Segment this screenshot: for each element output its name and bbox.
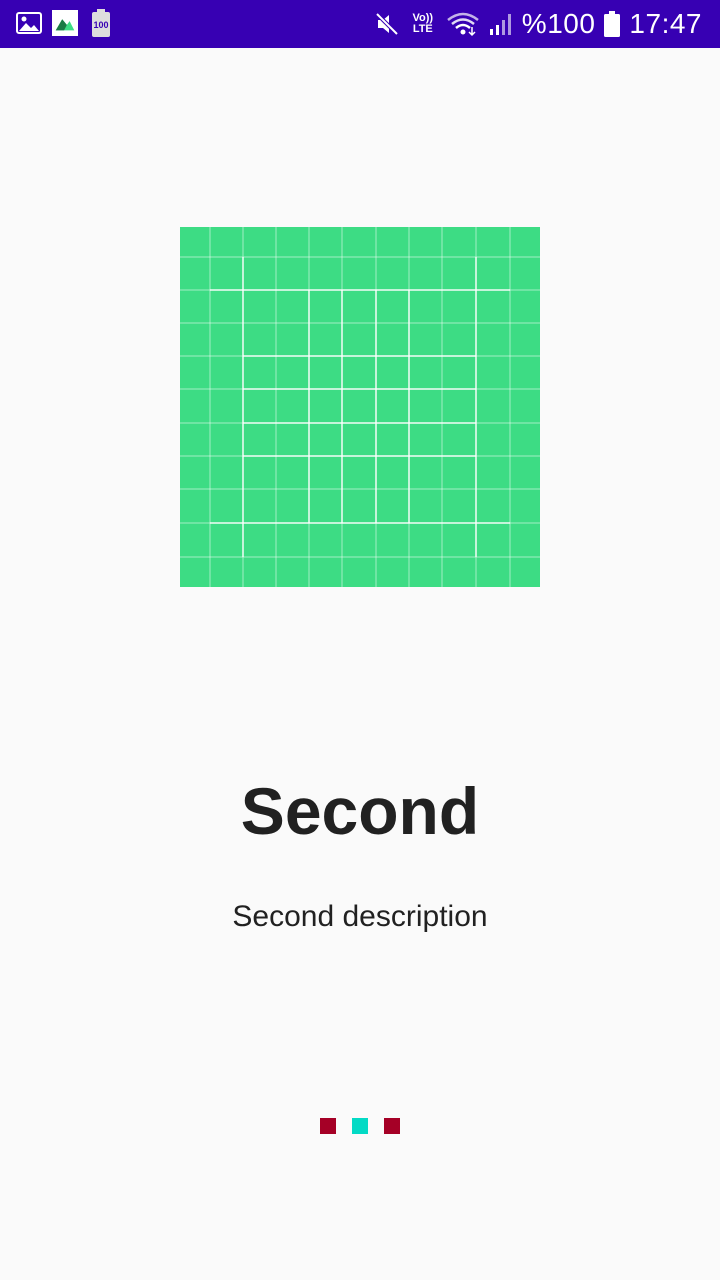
battery-notification-label: 100 xyxy=(93,20,108,30)
page-indicator-dot-1[interactable] xyxy=(320,1118,336,1134)
system-status: Vo)) LTE %100 17:47 xyxy=(374,0,702,48)
image-icon xyxy=(16,10,42,36)
notification-icons: 100 xyxy=(16,9,114,37)
clock: 17:47 xyxy=(629,8,702,39)
volte-icon: Vo)) LTE xyxy=(408,11,438,37)
volte-label: Vo)) LTE xyxy=(412,12,434,35)
page-title: Second xyxy=(240,774,480,848)
wifi-icon xyxy=(446,11,480,37)
battery-icon xyxy=(603,11,621,37)
page-indicator[interactable] xyxy=(0,1118,720,1134)
battery-percent: %100 xyxy=(521,8,596,39)
page-description: Second description xyxy=(232,900,488,933)
onboarding-page[interactable]: Second Second description xyxy=(0,48,720,1280)
onboarding-illustration xyxy=(180,227,540,587)
battery-notification-icon: 100 xyxy=(88,9,114,37)
signal-icon xyxy=(488,11,514,37)
page-indicator-dot-3[interactable] xyxy=(384,1118,400,1134)
app-notification-icon xyxy=(52,10,78,36)
grid-icon xyxy=(180,227,540,587)
mute-icon xyxy=(374,11,400,37)
status-bar: 100 Vo)) LTE %100 17:47 xyxy=(0,0,720,48)
page-indicator-dot-2-active[interactable] xyxy=(352,1118,368,1134)
